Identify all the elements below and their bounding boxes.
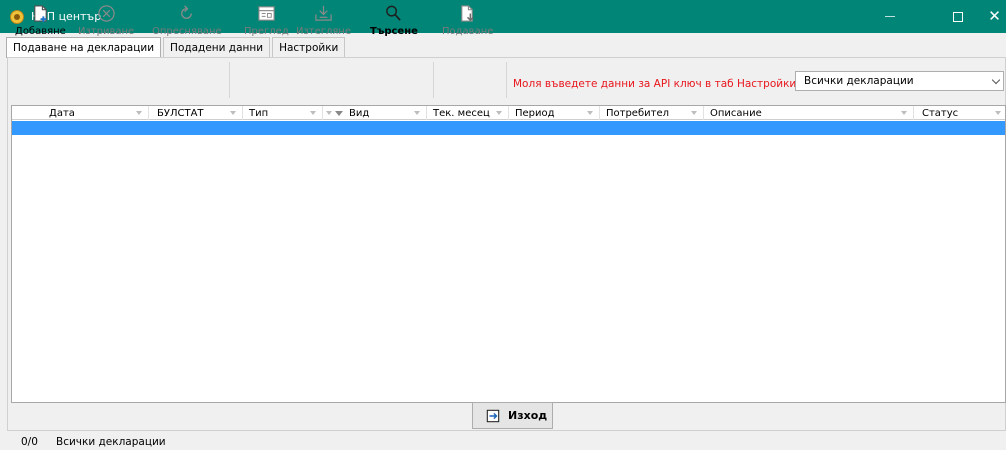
toolbar-separator [433,62,434,98]
refresh-button-label: Опресняване [152,26,222,37]
maximize-icon [953,11,963,22]
column-header-description[interactable]: Описание [704,106,914,120]
filter-dropdown-icon[interactable] [901,111,907,115]
download-button-label: Изтегляне [296,26,352,37]
submit-button-label: Подаване [442,26,494,37]
add-button-label: Добавяне [15,26,66,37]
title-bar: НАП център ✕ [0,0,1006,33]
submit-icon [461,5,474,22]
toolbar-separator [229,62,230,98]
column-header-kind[interactable]: Вид [323,106,427,120]
record-count: 0/0 [21,436,38,448]
download-button[interactable]: Изтегляне [296,4,351,42]
minimize-button[interactable] [867,0,913,33]
exit-button[interactable]: Изход [472,402,553,429]
selected-row[interactable] [12,121,1005,135]
filter-dropdown-icon[interactable] [496,111,502,115]
circle-x-icon [97,5,115,22]
column-header-date[interactable]: Дата [12,106,149,120]
preview-button[interactable]: Преглед [244,4,289,42]
column-header-status[interactable]: Статус [914,106,1006,120]
filter-dropdown-icon[interactable] [691,111,697,115]
exit-icon [486,409,500,422]
toolbar-separator [506,62,507,98]
submit-button[interactable]: Подаване [442,4,493,42]
close-icon: ✕ [988,7,1001,25]
api-key-warning: Моля въведете данни за API ключ в таб На… [513,78,800,90]
minimize-icon [885,16,895,17]
grid-header: Дата БУЛСТАТ Тип Вид Тек. месец Период П… [12,106,1005,120]
filter-selected-value: Всички декларации [804,75,914,87]
filter-dropdown-icon[interactable] [326,111,332,115]
preview-button-label: Преглед [244,26,289,37]
add-button[interactable]: Добавяне [15,4,66,42]
maximize-button[interactable] [935,0,981,33]
status-bar: 0/0 Всички декларации [0,435,1006,450]
declarations-grid[interactable]: Дата БУЛСТАТ Тип Вид Тек. месец Период П… [11,105,1006,403]
preview-icon [258,6,275,21]
filter-dropdown-icon[interactable] [136,111,142,115]
status-filter-text: Всички декларации [56,436,166,448]
search-button-label: Търсене [370,26,418,37]
close-button[interactable]: ✕ [983,0,1006,33]
declaration-filter-select[interactable]: Всички декларации [795,71,1004,91]
column-header-type[interactable]: Тип [243,106,323,120]
column-header-current-month[interactable]: Тек. месец [427,106,509,120]
filter-dropdown-icon[interactable] [995,111,1001,115]
exit-button-label: Изход [508,409,548,422]
refresh-button[interactable]: Опресняване [152,4,222,42]
filter-dropdown-icon[interactable] [587,111,593,115]
filter-dropdown-icon[interactable] [414,111,420,115]
search-button[interactable]: Търсене [370,4,418,42]
filter-dropdown-icon[interactable] [310,111,316,115]
column-header-user[interactable]: Потребител [600,106,704,120]
filter-dropdown-icon[interactable] [230,111,236,115]
delete-button[interactable]: Изтриване [78,4,134,42]
add-document-icon [34,5,47,23]
refresh-icon [181,5,193,19]
download-icon [315,5,332,21]
sort-descending-icon [335,111,343,116]
delete-button-label: Изтриване [78,26,135,37]
search-icon [386,5,402,21]
column-header-bulstat[interactable]: БУЛСТАТ [149,106,243,120]
column-header-period[interactable]: Период [509,106,600,120]
chevron-down-icon [991,75,1001,85]
